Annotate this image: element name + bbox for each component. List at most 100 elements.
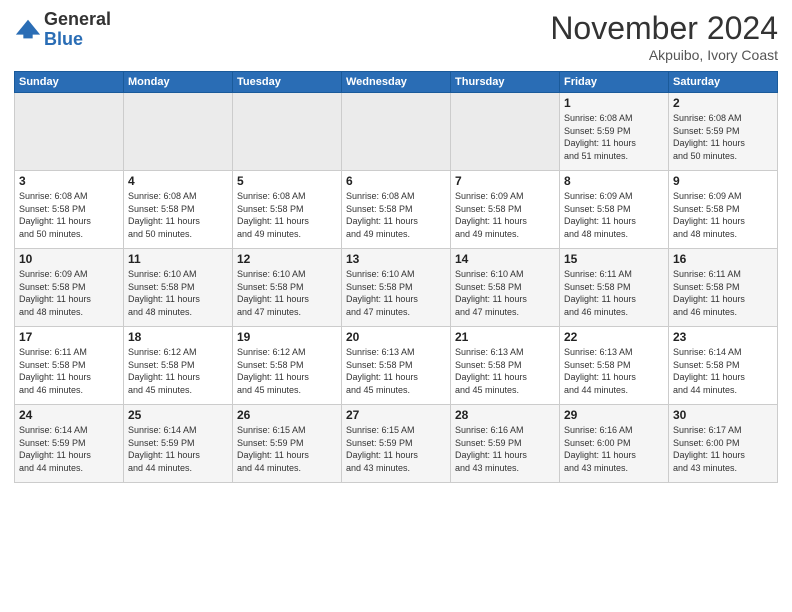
day-header-wednesday: Wednesday <box>342 72 451 93</box>
day-number: 25 <box>128 408 228 422</box>
calendar-cell: 12 Sunrise: 6:10 AM Sunset: 5:58 PM Dayli… <box>233 249 342 327</box>
day-info: Sunrise: 6:13 AM Sunset: 5:58 PM Dayligh… <box>455 346 555 396</box>
day-info: Sunrise: 6:12 AM Sunset: 5:58 PM Dayligh… <box>128 346 228 396</box>
header-row: SundayMondayTuesdayWednesdayThursdayFrid… <box>15 72 778 93</box>
day-info: Sunrise: 6:08 AM Sunset: 5:58 PM Dayligh… <box>19 190 119 240</box>
day-number: 29 <box>564 408 664 422</box>
calendar-cell <box>233 93 342 171</box>
calendar-cell: 28 Sunrise: 6:16 AM Sunset: 5:59 PM Dayli… <box>451 405 560 483</box>
day-info: Sunrise: 6:12 AM Sunset: 5:58 PM Dayligh… <box>237 346 337 396</box>
day-number: 30 <box>673 408 773 422</box>
day-number: 8 <box>564 174 664 188</box>
page: General Blue November 2024 Akpuibo, Ivor… <box>0 0 792 493</box>
day-info: Sunrise: 6:08 AM Sunset: 5:58 PM Dayligh… <box>346 190 446 240</box>
calendar-cell: 20 Sunrise: 6:13 AM Sunset: 5:58 PM Dayli… <box>342 327 451 405</box>
day-number: 3 <box>19 174 119 188</box>
day-number: 18 <box>128 330 228 344</box>
day-number: 2 <box>673 96 773 110</box>
day-number: 12 <box>237 252 337 266</box>
calendar-cell: 17Sunrise: 6:11 AM Sunset: 5:58 PM Dayli… <box>15 327 124 405</box>
day-info: Sunrise: 6:09 AM Sunset: 5:58 PM Dayligh… <box>564 190 664 240</box>
calendar-cell: 18 Sunrise: 6:12 AM Sunset: 5:58 PM Dayli… <box>124 327 233 405</box>
day-number: 11 <box>128 252 228 266</box>
day-number: 23 <box>673 330 773 344</box>
day-info: Sunrise: 6:08 AM Sunset: 5:59 PM Dayligh… <box>564 112 664 162</box>
day-info: Sunrise: 6:09 AM Sunset: 5:58 PM Dayligh… <box>19 268 119 318</box>
week-row-2: 10 Sunrise: 6:09 AM Sunset: 5:58 PM Dayli… <box>15 249 778 327</box>
day-number: 17 <box>19 330 119 344</box>
day-info: Sunrise: 6:14 AM Sunset: 5:59 PM Dayligh… <box>128 424 228 474</box>
calendar-cell: 29 Sunrise: 6:16 AM Sunset: 6:00 PM Dayli… <box>560 405 669 483</box>
logo-blue: Blue <box>44 29 83 49</box>
day-number: 20 <box>346 330 446 344</box>
month-title: November 2024 <box>550 10 778 47</box>
calendar-cell: 22 Sunrise: 6:13 AM Sunset: 5:58 PM Dayli… <box>560 327 669 405</box>
day-number: 6 <box>346 174 446 188</box>
calendar-cell: 10 Sunrise: 6:09 AM Sunset: 5:58 PM Dayli… <box>15 249 124 327</box>
logo-icon <box>14 16 42 44</box>
calendar-cell: 27Sunrise: 6:15 AM Sunset: 5:59 PM Dayli… <box>342 405 451 483</box>
week-row-1: 3 Sunrise: 6:08 AM Sunset: 5:58 PM Daylig… <box>15 171 778 249</box>
day-header-monday: Monday <box>124 72 233 93</box>
day-number: 10 <box>19 252 119 266</box>
day-number: 22 <box>564 330 664 344</box>
calendar-cell <box>451 93 560 171</box>
day-info: Sunrise: 6:17 AM Sunset: 6:00 PM Dayligh… <box>673 424 773 474</box>
day-number: 19 <box>237 330 337 344</box>
calendar-cell <box>124 93 233 171</box>
day-number: 27 <box>346 408 446 422</box>
day-number: 13 <box>346 252 446 266</box>
header: General Blue November 2024 Akpuibo, Ivor… <box>14 10 778 63</box>
calendar-cell: 21 Sunrise: 6:13 AM Sunset: 5:58 PM Dayli… <box>451 327 560 405</box>
day-number: 9 <box>673 174 773 188</box>
day-number: 21 <box>455 330 555 344</box>
calendar-cell: 6 Sunrise: 6:08 AM Sunset: 5:58 PM Daylig… <box>342 171 451 249</box>
logo-text: General Blue <box>44 10 111 50</box>
day-number: 4 <box>128 174 228 188</box>
day-number: 1 <box>564 96 664 110</box>
day-info: Sunrise: 6:13 AM Sunset: 5:58 PM Dayligh… <box>564 346 664 396</box>
logo-general: General <box>44 9 111 29</box>
calendar-cell: 4Sunrise: 6:08 AM Sunset: 5:58 PM Daylig… <box>124 171 233 249</box>
logo: General Blue <box>14 10 111 50</box>
day-number: 14 <box>455 252 555 266</box>
day-header-saturday: Saturday <box>669 72 778 93</box>
day-info: Sunrise: 6:09 AM Sunset: 5:58 PM Dayligh… <box>455 190 555 240</box>
day-info: Sunrise: 6:08 AM Sunset: 5:58 PM Dayligh… <box>237 190 337 240</box>
day-number: 5 <box>237 174 337 188</box>
calendar-cell: 25 Sunrise: 6:14 AM Sunset: 5:59 PM Dayli… <box>124 405 233 483</box>
day-info: Sunrise: 6:13 AM Sunset: 5:58 PM Dayligh… <box>346 346 446 396</box>
day-info: Sunrise: 6:15 AM Sunset: 5:59 PM Dayligh… <box>237 424 337 474</box>
day-info: Sunrise: 6:16 AM Sunset: 5:59 PM Dayligh… <box>455 424 555 474</box>
day-info: Sunrise: 6:16 AM Sunset: 6:00 PM Dayligh… <box>564 424 664 474</box>
day-info: Sunrise: 6:10 AM Sunset: 5:58 PM Dayligh… <box>128 268 228 318</box>
calendar-cell: 3 Sunrise: 6:08 AM Sunset: 5:58 PM Daylig… <box>15 171 124 249</box>
day-info: Sunrise: 6:10 AM Sunset: 5:58 PM Dayligh… <box>237 268 337 318</box>
day-info: Sunrise: 6:14 AM Sunset: 5:58 PM Dayligh… <box>673 346 773 396</box>
day-info: Sunrise: 6:10 AM Sunset: 5:58 PM Dayligh… <box>346 268 446 318</box>
calendar-table: SundayMondayTuesdayWednesdayThursdayFrid… <box>14 71 778 483</box>
calendar-cell: 13 Sunrise: 6:10 AM Sunset: 5:58 PM Dayli… <box>342 249 451 327</box>
calendar-cell: 19 Sunrise: 6:12 AM Sunset: 5:58 PM Dayli… <box>233 327 342 405</box>
calendar-cell: 14Sunrise: 6:10 AM Sunset: 5:58 PM Dayli… <box>451 249 560 327</box>
calendar-cell <box>15 93 124 171</box>
week-row-0: 1 Sunrise: 6:08 AM Sunset: 5:59 PM Daylig… <box>15 93 778 171</box>
day-header-thursday: Thursday <box>451 72 560 93</box>
week-row-4: 24 Sunrise: 6:14 AM Sunset: 5:59 PM Dayli… <box>15 405 778 483</box>
day-info: Sunrise: 6:11 AM Sunset: 5:58 PM Dayligh… <box>564 268 664 318</box>
day-header-tuesday: Tuesday <box>233 72 342 93</box>
day-number: 24 <box>19 408 119 422</box>
calendar-cell: 7Sunrise: 6:09 AM Sunset: 5:58 PM Daylig… <box>451 171 560 249</box>
day-number: 16 <box>673 252 773 266</box>
calendar-cell: 16Sunrise: 6:11 AM Sunset: 5:58 PM Dayli… <box>669 249 778 327</box>
calendar-cell: 26Sunrise: 6:15 AM Sunset: 5:59 PM Dayli… <box>233 405 342 483</box>
calendar-cell: 11 Sunrise: 6:10 AM Sunset: 5:58 PM Dayli… <box>124 249 233 327</box>
day-number: 28 <box>455 408 555 422</box>
day-header-sunday: Sunday <box>15 72 124 93</box>
calendar-cell: 1 Sunrise: 6:08 AM Sunset: 5:59 PM Daylig… <box>560 93 669 171</box>
day-info: Sunrise: 6:09 AM Sunset: 5:58 PM Dayligh… <box>673 190 773 240</box>
calendar-cell: 30 Sunrise: 6:17 AM Sunset: 6:00 PM Dayli… <box>669 405 778 483</box>
title-block: November 2024 Akpuibo, Ivory Coast <box>550 10 778 63</box>
calendar-cell: 8 Sunrise: 6:09 AM Sunset: 5:58 PM Daylig… <box>560 171 669 249</box>
calendar-cell <box>342 93 451 171</box>
